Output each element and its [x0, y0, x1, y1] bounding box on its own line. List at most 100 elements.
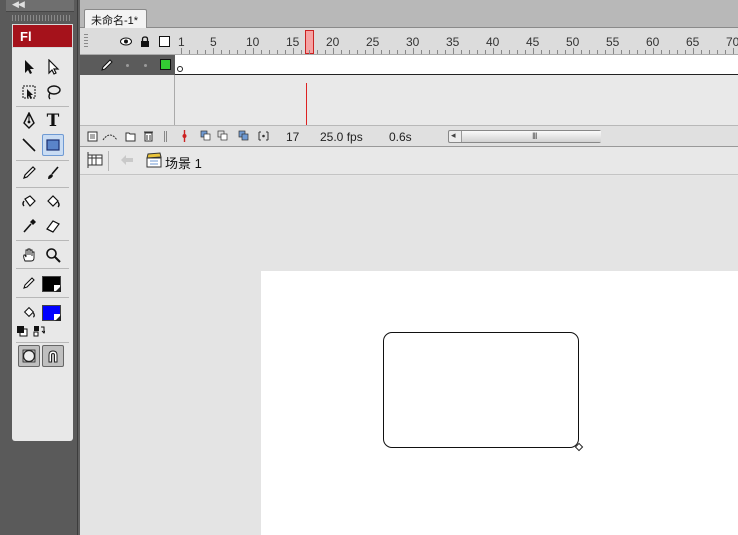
ruler-tick [597, 50, 598, 54]
timeline-toggle-icon[interactable] [86, 150, 104, 170]
brush-tool[interactable] [42, 162, 64, 184]
object-drawing-icon [22, 349, 36, 363]
ruler-tick [533, 48, 534, 54]
paint-bucket-tool[interactable] [42, 190, 64, 212]
ruler-label: 5 [210, 35, 217, 49]
selection-tool[interactable] [18, 56, 40, 78]
new-layer-icon[interactable] [87, 130, 98, 142]
ruler-tick [269, 50, 270, 54]
ruler-tick [509, 50, 510, 54]
stage[interactable] [261, 271, 738, 535]
ruler-tick [637, 50, 638, 54]
ruler-tick [685, 50, 686, 54]
ruler-tick [181, 48, 182, 54]
modify-onion-markers-icon[interactable] [258, 130, 269, 142]
ruler-tick [469, 50, 470, 54]
free-transform-tool[interactable] [18, 81, 40, 103]
trash-icon[interactable] [143, 130, 154, 142]
ruler-tick [629, 50, 630, 54]
eyedropper-tool[interactable] [18, 215, 40, 237]
ruler-tick [701, 50, 702, 54]
motion-guide-icon[interactable] [102, 130, 118, 142]
ruler-tick [413, 48, 414, 54]
ruler-label: 65 [686, 35, 700, 49]
collapse-panel-button[interactable]: ◀◀ [6, 0, 74, 12]
ruler-tick [373, 48, 374, 54]
lasso-tool[interactable] [42, 81, 64, 103]
document-tab[interactable]: 未命名-1* [84, 9, 148, 28]
ruler-tick [349, 50, 350, 54]
black-white-button[interactable] [15, 324, 29, 338]
ruler-tick [661, 50, 662, 54]
zoom-tool[interactable] [42, 244, 64, 266]
ruler-tick [293, 48, 294, 54]
rectangle-tool[interactable] [42, 134, 64, 156]
subselection-tool[interactable] [42, 56, 64, 78]
toolbar-divider [16, 160, 69, 161]
line-tool[interactable] [18, 134, 40, 156]
frame-rate-readout[interactable]: 25.0 fps [320, 130, 363, 144]
lock-icon[interactable] [140, 36, 150, 47]
back-arrow-icon[interactable] [120, 154, 134, 166]
fill-color-swatch[interactable] [42, 305, 61, 321]
text-tool[interactable]: T [42, 110, 64, 132]
timeline-panel: 1510152025303540455055606570 17 25.0 fps [80, 28, 738, 147]
eraser-icon [46, 220, 60, 233]
document-tab-bar: 未命名-1* [80, 0, 738, 28]
ruler-tick [261, 50, 262, 54]
swap-colors-button[interactable] [32, 324, 46, 338]
ruler-tick [317, 50, 318, 54]
layer-color-icon[interactable] [160, 59, 171, 70]
layer-frames[interactable] [175, 55, 738, 75]
status-divider-grip [164, 131, 168, 142]
eye-icon[interactable] [120, 37, 132, 46]
scene-breadcrumb[interactable]: 场景 1 [165, 153, 202, 172]
stroke-color-swatch[interactable] [42, 276, 61, 292]
rounded-rectangle-shape[interactable] [383, 332, 579, 448]
scroll-left-arrow-icon[interactable]: ◂ [451, 130, 456, 141]
frame-ruler[interactable]: 1510152025303540455055606570 [175, 28, 738, 55]
ruler-tick [493, 48, 494, 54]
ruler-label: 45 [526, 35, 540, 49]
new-folder-icon[interactable] [125, 130, 136, 142]
center-frame-icon[interactable] [179, 130, 190, 142]
ruler-tick [365, 50, 366, 54]
pencil-tool[interactable] [18, 162, 40, 184]
ruler-tick [237, 50, 238, 54]
ruler-label: 30 [406, 35, 420, 49]
ruler-tick [733, 48, 734, 54]
pencil-icon [23, 277, 35, 289]
edit-multiple-frames-icon[interactable] [238, 130, 249, 142]
rectangle-corner-handle[interactable] [574, 442, 584, 452]
outline-toggle-icon[interactable] [159, 36, 170, 47]
ink-bottle-tool[interactable] [18, 190, 40, 212]
eraser-tool[interactable] [42, 215, 64, 237]
ruler-tick [717, 50, 718, 54]
keyframe-icon[interactable] [177, 66, 183, 72]
visibility-dot[interactable] [126, 64, 129, 67]
tools-panel: ◀◀ Fl T [0, 0, 78, 535]
panel-grip[interactable] [12, 15, 72, 21]
pen-tool[interactable] [18, 110, 40, 132]
rectangle-icon [46, 139, 60, 151]
object-drawing-button[interactable] [18, 345, 40, 367]
stroke-color-pencil[interactable] [18, 272, 40, 294]
onion-skin-outlines-icon[interactable] [217, 130, 228, 142]
ruler-tick [277, 50, 278, 54]
hand-tool[interactable] [18, 244, 40, 266]
lock-dot[interactable] [144, 64, 147, 67]
pasteboard[interactable] [80, 176, 738, 535]
timeline-horizontal-scrollbar[interactable]: ◂ III [448, 130, 601, 143]
ruler-tick [693, 48, 694, 54]
scene-clapperboard-icon [146, 152, 162, 168]
document-area: 未命名-1* 1510152025303540455055606570 [80, 0, 738, 535]
ruler-tick [709, 50, 710, 54]
onion-skin-icon[interactable] [200, 130, 211, 142]
edit-pencil-icon [101, 59, 113, 71]
fill-color-bucket[interactable] [18, 301, 40, 323]
snap-to-objects-button[interactable] [42, 345, 64, 367]
scrollbar-thumb[interactable]: III [461, 131, 601, 142]
timeline-grip[interactable] [84, 34, 88, 48]
layer-row[interactable] [80, 55, 175, 75]
hand-icon [23, 248, 35, 262]
